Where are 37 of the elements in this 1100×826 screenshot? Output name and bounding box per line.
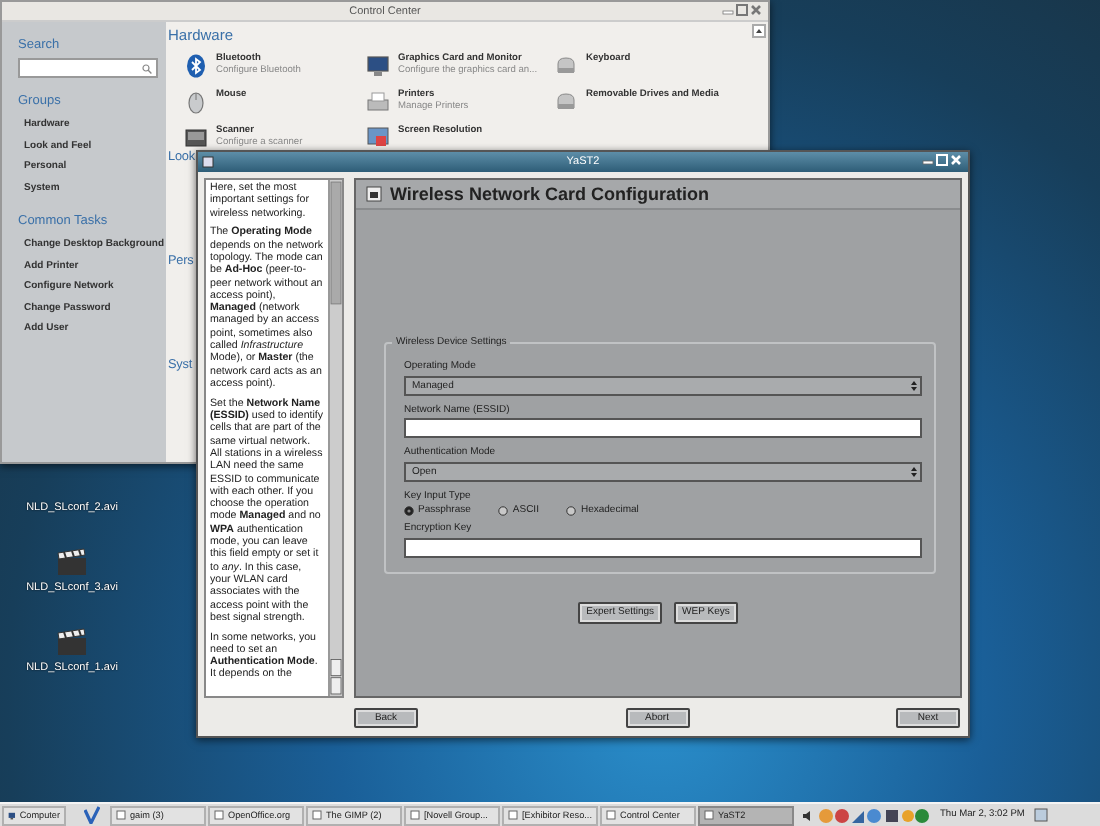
spinner-icon — [910, 465, 918, 477]
minimize-icon[interactable] — [922, 154, 934, 166]
network-card-icon — [366, 186, 382, 202]
mouse-icon — [184, 90, 208, 115]
network-name-field[interactable] — [404, 418, 922, 438]
scrollbar-drawing[interactable] — [328, 180, 342, 696]
app-icon — [606, 810, 616, 820]
clapperboard-icon[interactable] — [56, 548, 88, 576]
scroll-up-icon[interactable] — [752, 24, 766, 38]
app-icon — [116, 810, 126, 820]
drive-icon — [554, 90, 578, 115]
printer-icon — [366, 90, 390, 115]
app-icon — [508, 810, 518, 820]
radio-button[interactable] — [498, 505, 509, 515]
app-icon — [214, 810, 224, 820]
maximize-icon[interactable] — [736, 4, 748, 16]
radio-button[interactable] — [566, 505, 577, 515]
app-icon — [410, 810, 420, 820]
tray-drawing[interactable] — [818, 807, 934, 823]
clapperboard-icon[interactable] — [56, 628, 88, 656]
spinner-icon — [910, 379, 918, 391]
search-field[interactable] — [18, 58, 158, 78]
monitor-icon — [366, 54, 390, 79]
monitor-icon — [8, 809, 16, 821]
app-icon — [704, 810, 714, 820]
page-heading: Wireless Network Card Configuration — [390, 184, 709, 204]
app-icon — [312, 810, 322, 820]
radio-button[interactable] — [404, 505, 414, 515]
encryption-key-field[interactable] — [404, 537, 922, 557]
window-menu-icon[interactable] — [202, 156, 214, 168]
speaker-icon[interactable] — [802, 809, 814, 821]
drive-icon — [554, 54, 578, 79]
search-icon — [142, 63, 152, 73]
bluetooth-icon — [184, 54, 208, 79]
close-icon[interactable] — [750, 4, 762, 16]
launcher-icon[interactable] — [84, 806, 100, 824]
screen-icon — [366, 126, 390, 151]
